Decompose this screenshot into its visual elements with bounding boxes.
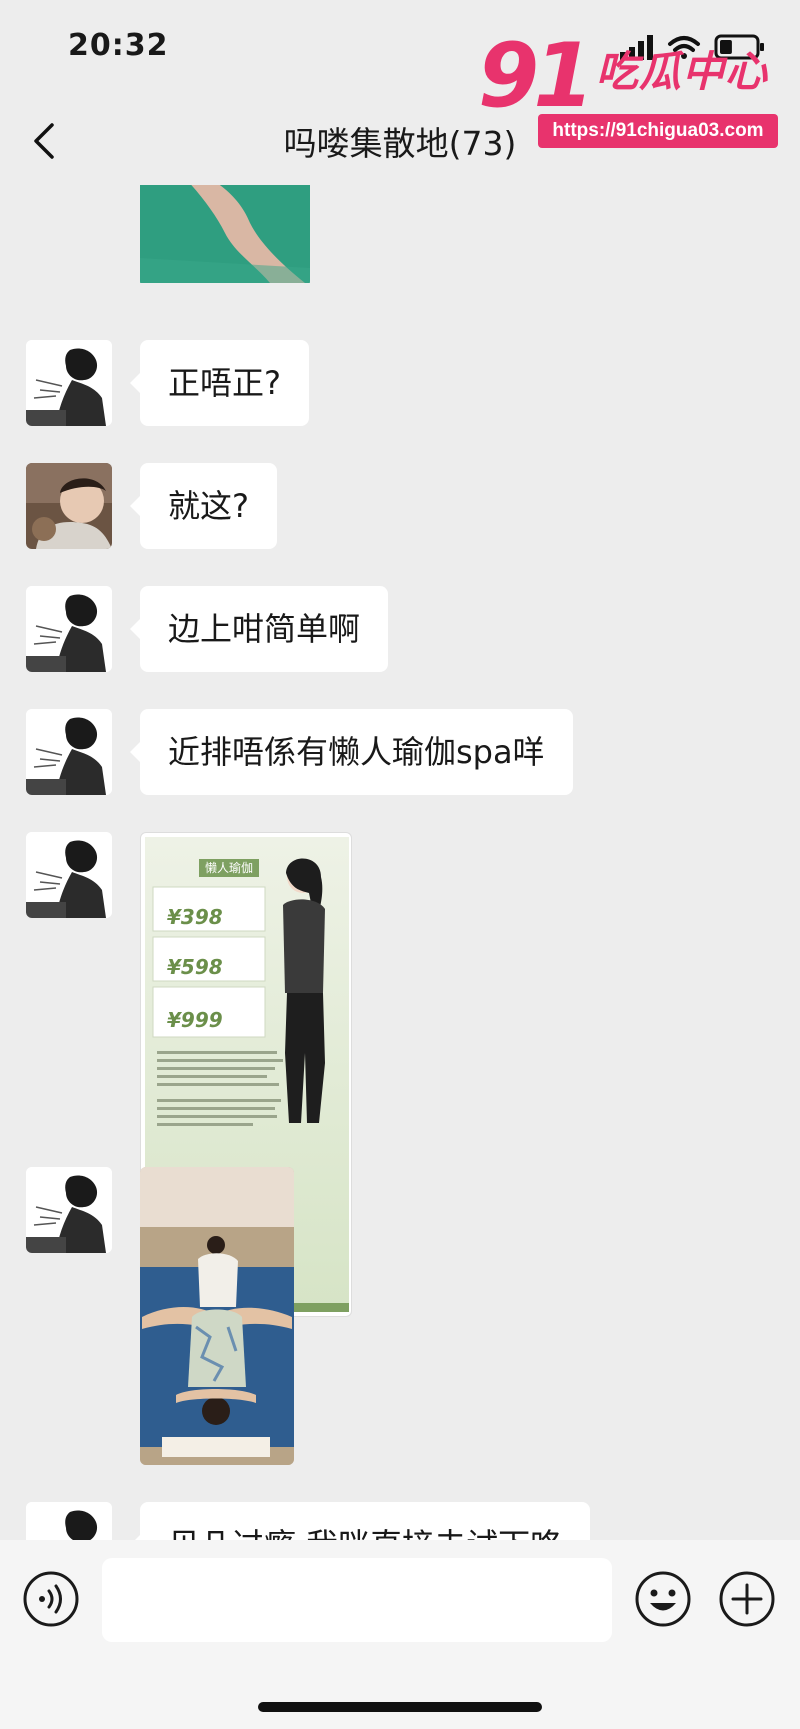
message-text: 正唔正?: [168, 364, 281, 402]
status-time: 20:32: [68, 28, 169, 63]
manga-avatar[interactable]: [26, 586, 112, 672]
input-bar: [0, 1540, 800, 1729]
manga-avatar[interactable]: [26, 709, 112, 795]
chat-area[interactable]: 正唔正? 就这? 边上咁简单啊 近排唔係有懒人瑜伽spa咩 懒人瑜伽 ¥398 …: [0, 185, 800, 1540]
message-text: 边上咁简单啊: [168, 610, 361, 648]
watermark-number: 91: [478, 24, 594, 127]
home-indicator: [258, 1702, 542, 1712]
emoji-button[interactable]: [634, 1570, 692, 1628]
watermark-logo: 91 吃瓜中心 https://91chigua03.com: [478, 28, 788, 152]
poster-price-1: ¥398: [167, 905, 223, 929]
message-bubble[interactable]: 就这?: [130, 463, 277, 549]
watermark-text: 吃瓜中心: [596, 47, 769, 96]
voice-button[interactable]: [22, 1570, 80, 1628]
message-bubble[interactable]: 贝几过瘾 我咪直接去试下咯: [129, 1502, 591, 1540]
poster-price-2: ¥598: [167, 955, 223, 979]
message-bubble[interactable]: 边上咁简单啊: [129, 586, 389, 672]
poster-title: 懒人瑜伽: [204, 861, 253, 875]
message-input[interactable]: [102, 1558, 612, 1642]
manga-avatar[interactable]: [26, 340, 112, 426]
poster-price-3: ¥999: [167, 1008, 223, 1032]
message-bubble[interactable]: 正唔正?: [130, 340, 309, 426]
manga-avatar[interactable]: [26, 1502, 112, 1540]
manga-avatar[interactable]: [26, 832, 112, 918]
leg-photo[interactable]: [140, 185, 310, 287]
message-text: 就这?: [168, 487, 249, 525]
photo-avatar[interactable]: [26, 463, 112, 549]
watermark-url: https://91chigua03.com: [538, 114, 778, 148]
add-button[interactable]: [718, 1570, 776, 1628]
manga-avatar[interactable]: [26, 1167, 112, 1253]
yoga-photo[interactable]: [140, 1167, 294, 1465]
message-text: 贝几过瘾 我咪直接去试下咯: [168, 1526, 562, 1540]
message-text: 近排唔係有懒人瑜伽spa咩: [168, 733, 545, 771]
message-bubble[interactable]: 近排唔係有懒人瑜伽spa咩: [130, 709, 573, 795]
